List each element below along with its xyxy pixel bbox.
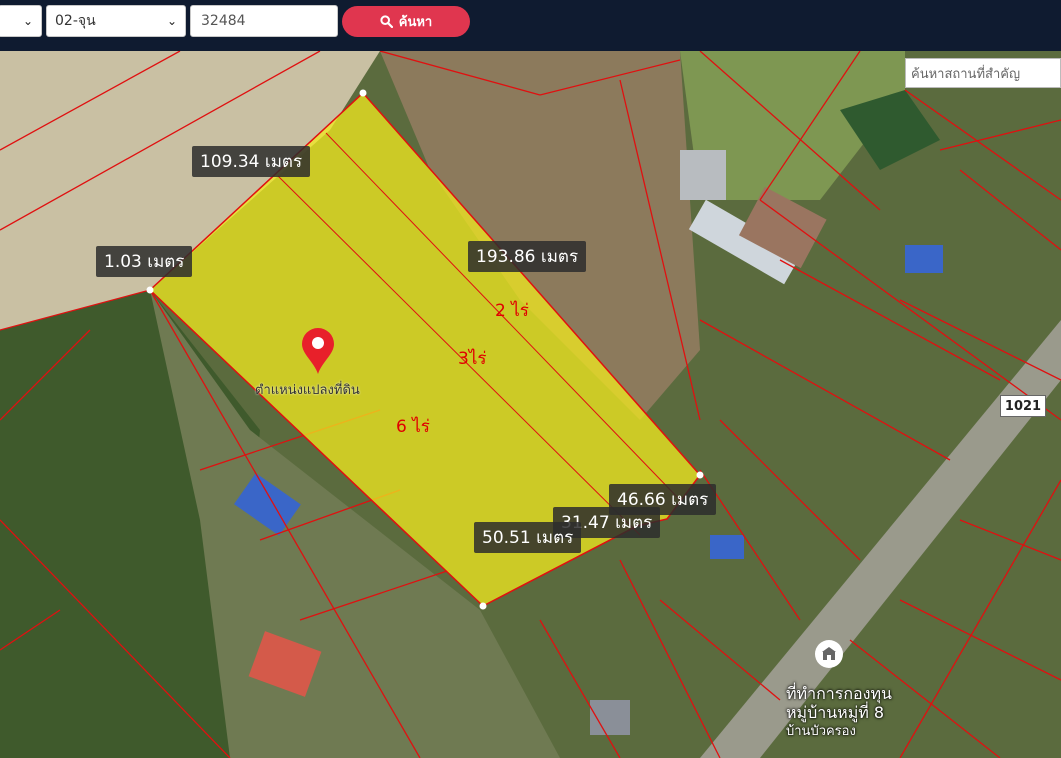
- area-label: 2 ไร่: [495, 301, 529, 321]
- district-select[interactable]: 02-จุน ⌄: [46, 5, 186, 37]
- place-search-placeholder: ค้นหาสถานที่สำคัญ: [911, 66, 1021, 82]
- roof-building: [680, 150, 726, 200]
- top-toolbar: ⌄ 02-จุน ⌄ 32484 ค้นหา: [0, 0, 1061, 51]
- province-select[interactable]: ⌄: [0, 5, 42, 37]
- search-button-label: ค้นหา: [398, 15, 433, 30]
- poi-label-line: หมู่บ้านหมู่ที่ 8: [786, 703, 885, 722]
- measurement-label: 193.86 เมตร: [468, 241, 587, 272]
- roof-building: [710, 535, 744, 559]
- area-label: 6 ไร่: [396, 417, 430, 437]
- poi-label[interactable]: ที่ทำการกองทุน หมู่บ้านหมู่ที่ 8 บ้านบัว…: [786, 684, 892, 741]
- chevron-down-icon: ⌄: [166, 14, 177, 28]
- building-icon[interactable]: [815, 640, 843, 668]
- parcel-number-input[interactable]: 32484: [190, 5, 338, 37]
- government-building-icon: [822, 647, 836, 660]
- measurement-label: 1.03 เมตร: [96, 246, 193, 277]
- parcel-location-label: ตำแหน่งแปลงที่ดิน: [255, 383, 360, 398]
- parcel-vertex[interactable]: [479, 602, 487, 610]
- road-shield: 1021: [1000, 395, 1046, 417]
- place-search-input[interactable]: ค้นหาสถานที่สำคัญ: [905, 58, 1061, 88]
- poi-label-line: บ้านบัวครอง: [786, 724, 856, 739]
- measurement-label: 109.34 เมตร: [192, 146, 311, 177]
- area-label: 3ไร่: [458, 349, 487, 369]
- measurement-label: 50.51 เมตร: [474, 522, 582, 553]
- parcel-number-value: 32484: [201, 13, 246, 29]
- search-icon: [380, 15, 393, 28]
- parcel-vertex[interactable]: [146, 286, 154, 294]
- poi-label-line: ที่ทำการกองทุน: [786, 684, 892, 703]
- search-button[interactable]: ค้นหา: [342, 6, 470, 37]
- map-canvas[interactable]: [0, 51, 1061, 758]
- parcel-vertex[interactable]: [359, 89, 367, 97]
- district-select-value: 02-จุน: [55, 13, 96, 29]
- parcel-vertex[interactable]: [696, 471, 704, 479]
- chevron-down-icon: ⌄: [22, 14, 33, 28]
- roof-building: [905, 245, 943, 273]
